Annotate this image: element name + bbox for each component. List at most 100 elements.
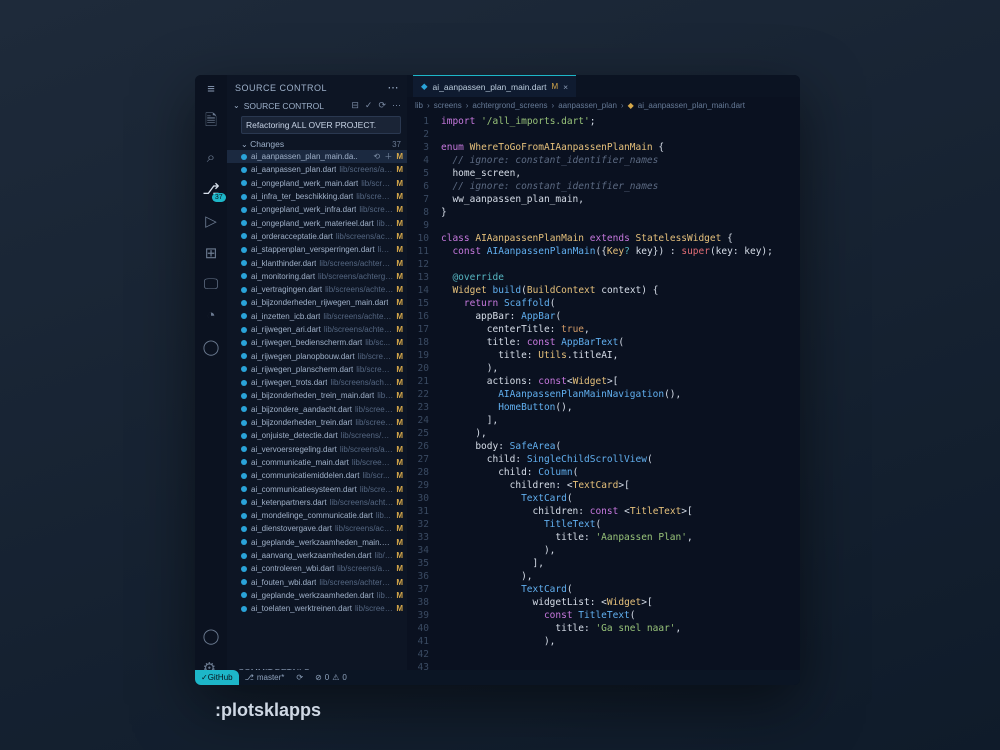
- file-dot-icon: [241, 592, 247, 598]
- changed-file-row[interactable]: ai_fouten_wbi.dartlib/screens/achtergro.…: [227, 576, 407, 589]
- file-dot-icon: [241, 446, 247, 452]
- file-dot-icon: [241, 473, 247, 479]
- changed-file-row[interactable]: ai_orderacceptatie.dartlib/screens/ach..…: [227, 230, 407, 243]
- file-dot-icon: [241, 366, 247, 372]
- changed-file-row[interactable]: ai_controleren_wbi.dartlib/screens/ach..…: [227, 562, 407, 575]
- view-tree-icon[interactable]: ⊟: [351, 100, 359, 111]
- changed-file-row[interactable]: ai_monitoring.dartlib/screens/achtergr..…: [227, 270, 407, 283]
- changed-file-row[interactable]: ai_onjuiste_detectie.dartlib/screens/ac.…: [227, 429, 407, 442]
- extensions-icon[interactable]: ⊞: [205, 244, 218, 262]
- sidebar: SOURCE CONTROL ⋯ ⌄ SOURCE CONTROL ⊟ ✓ ⟳ …: [227, 75, 407, 685]
- file-dot-icon: [241, 287, 247, 293]
- close-tab-icon[interactable]: ×: [563, 82, 568, 92]
- menu-icon[interactable]: ≡: [207, 81, 215, 96]
- changed-file-row[interactable]: ai_communicatiesysteem.dartlib/scree...M: [227, 482, 407, 495]
- changed-file-row[interactable]: ai_stappenplan_versperringen.dartlib/...…: [227, 243, 407, 256]
- file-dot-icon: [241, 220, 247, 226]
- commit-message-input[interactable]: Refactoring ALL OVER PROJECT.: [241, 116, 401, 134]
- scm-provider-header[interactable]: ⌄ SOURCE CONTROL ⊟ ✓ ⟳ ⋯: [227, 98, 407, 113]
- editor-tab[interactable]: ◆ ai_aanpassen_plan_main.dart M ×: [413, 75, 576, 97]
- code-editor[interactable]: 1234567891011121314151617181920212223242…: [407, 113, 800, 685]
- file-dot-icon: [241, 579, 247, 585]
- changed-file-row[interactable]: ai_ongepland_werk_main.dartlib/scree...M: [227, 177, 407, 190]
- account-icon[interactable]: ◯: [203, 627, 220, 645]
- file-dot-icon: [241, 406, 247, 412]
- changed-file-row[interactable]: ai_rijwegen_planscherm.dartlib/screen...…: [227, 363, 407, 376]
- file-dot-icon: [241, 313, 247, 319]
- file-dot-icon: [241, 486, 247, 492]
- commit-check-icon[interactable]: ✓: [365, 100, 373, 111]
- github-status[interactable]: ✓ GitHub: [195, 670, 239, 685]
- sync-status[interactable]: ⟳: [290, 673, 309, 682]
- changed-file-row[interactable]: ai_inzetten_icb.dartlib/screens/achterg.…: [227, 310, 407, 323]
- breadcrumb[interactable]: lib › screens › achtergrond_screens › aa…: [407, 97, 800, 113]
- changed-file-row[interactable]: ai_rijwegen_ari.dartlib/screens/achterg.…: [227, 323, 407, 336]
- problems-status[interactable]: ⊘ 0 ⚠ 0: [309, 673, 353, 682]
- file-dot-icon: [241, 499, 247, 505]
- changed-file-row[interactable]: ai_mondelinge_communicatie.dartlib...M: [227, 509, 407, 522]
- changed-files-list: ai_aanpassen_plan_main.da..⟲ ＋Mai_aanpas…: [227, 150, 407, 665]
- explorer-icon[interactable]: 🗎: [205, 110, 217, 135]
- changed-file-row[interactable]: ai_vervoersregeling.dartlib/screens/ac..…: [227, 443, 407, 456]
- file-dot-icon: [241, 233, 247, 239]
- changed-file-row[interactable]: ai_aanvang_werkzaamheden.dartlib/s...M: [227, 549, 407, 562]
- status-bar: ✓ GitHub ⎇ master* ⟳ ⊘ 0 ⚠ 0: [195, 670, 800, 685]
- github-icon[interactable]: ◯: [203, 338, 220, 356]
- file-dot-icon: [241, 247, 247, 253]
- search-icon[interactable]: ⌕: [207, 149, 215, 166]
- changed-file-row[interactable]: ai_klanthinder.dartlib/screens/achtergr.…: [227, 256, 407, 269]
- changed-file-row[interactable]: ai_bijzondere_aandacht.dartlib/screen...…: [227, 403, 407, 416]
- changed-file-row[interactable]: ai_rijwegen_bedienscherm.dartlib/sc...M: [227, 336, 407, 349]
- line-gutter: 1234567891011121314151617181920212223242…: [407, 113, 435, 685]
- changed-file-row[interactable]: ai_rijwegen_planopbouw.dartlib/scree...M: [227, 349, 407, 362]
- changed-file-row[interactable]: ai_aanpassen_plan_main.da..⟲ ＋M: [227, 150, 407, 163]
- changed-file-row[interactable]: ai_aanpassen_plan.dartlib/screens/acht..…: [227, 163, 407, 176]
- file-dot-icon: [241, 539, 247, 545]
- file-dot-icon: [241, 526, 247, 532]
- tab-filename: ai_aanpassen_plan_main.dart: [433, 82, 547, 92]
- changed-file-row[interactable]: ai_infra_ter_beschikking.dartlib/screen.…: [227, 190, 407, 203]
- changed-file-row[interactable]: ai_toelaten_werktreinen.dartlib/screen..…: [227, 602, 407, 615]
- caption: :plotsklapps: [215, 700, 321, 721]
- file-dot-icon: [241, 273, 247, 279]
- file-dot-icon: [241, 459, 247, 465]
- source-control-icon[interactable]: ⎇37: [202, 180, 219, 198]
- file-dot-icon: [241, 420, 247, 426]
- changed-file-row[interactable]: ai_vertragingen.dartlib/screens/achterg.…: [227, 283, 407, 296]
- file-dot-icon: [241, 194, 247, 200]
- changed-file-row[interactable]: ai_communicatie_main.dartlib/screens...M: [227, 456, 407, 469]
- changed-file-row[interactable]: ai_bijzonderheden_trein_main.dartlib/...…: [227, 389, 407, 402]
- editor-area: ◆ ai_aanpassen_plan_main.dart M × lib › …: [407, 75, 800, 685]
- file-dot-icon: [241, 154, 247, 160]
- code-body[interactable]: import '/all_imports.dart'; enum WhereTo…: [435, 113, 800, 685]
- more-actions-icon[interactable]: ⋯: [392, 100, 401, 111]
- branch-status[interactable]: ⎇ master*: [239, 673, 291, 682]
- changed-file-row[interactable]: ai_geplande_werkzaamheden_main.da..M: [227, 536, 407, 549]
- file-dot-icon: [241, 327, 247, 333]
- file-dot-icon: [241, 606, 247, 612]
- file-dot-icon: [241, 167, 247, 173]
- changed-file-row[interactable]: ai_communicatiemiddelen.dartlib/scr...M: [227, 469, 407, 482]
- file-dot-icon: [241, 207, 247, 213]
- ide-window: ≡ 🗎 ⌕ ⎇37 ▷ ⊞ 🖵 ◔ ◯ ◯ ⚙ SOURCE CONTROL ⋯…: [195, 75, 800, 685]
- changed-file-row[interactable]: ai_bijzonderheden_rijwegen_main.dartM: [227, 296, 407, 309]
- changed-file-row[interactable]: ai_ketenpartners.dartlib/screens/achter.…: [227, 496, 407, 509]
- changes-header[interactable]: ⌄ Changes 37: [227, 138, 407, 150]
- file-dot-icon: [241, 433, 247, 439]
- scm-badge: 37: [212, 193, 226, 202]
- file-dot-icon: [241, 260, 247, 266]
- file-dot-icon: [241, 353, 247, 359]
- timeline-icon[interactable]: ◔: [206, 307, 215, 324]
- more-icon[interactable]: ⋯: [388, 81, 400, 94]
- changed-file-row[interactable]: ai_ongepland_werk_infra.dartlib/scree...…: [227, 203, 407, 216]
- changed-file-row[interactable]: ai_geplande_werkzaamheden.dartlib/...M: [227, 589, 407, 602]
- sidebar-title: SOURCE CONTROL ⋯: [227, 75, 407, 98]
- file-dot-icon: [241, 300, 247, 306]
- refresh-icon[interactable]: ⟳: [378, 100, 386, 111]
- changed-file-row[interactable]: ai_rijwegen_trots.dartlib/screens/achter…: [227, 376, 407, 389]
- changed-file-row[interactable]: ai_ongepland_werk_materieel.dartlib/...M: [227, 216, 407, 229]
- debug-icon[interactable]: ▷: [205, 212, 217, 230]
- changed-file-row[interactable]: ai_dienstovergave.dartlib/screens/acht..…: [227, 522, 407, 535]
- remote-icon[interactable]: 🖵: [204, 276, 218, 293]
- changed-file-row[interactable]: ai_bijzonderheden_trein.dartlib/screen..…: [227, 416, 407, 429]
